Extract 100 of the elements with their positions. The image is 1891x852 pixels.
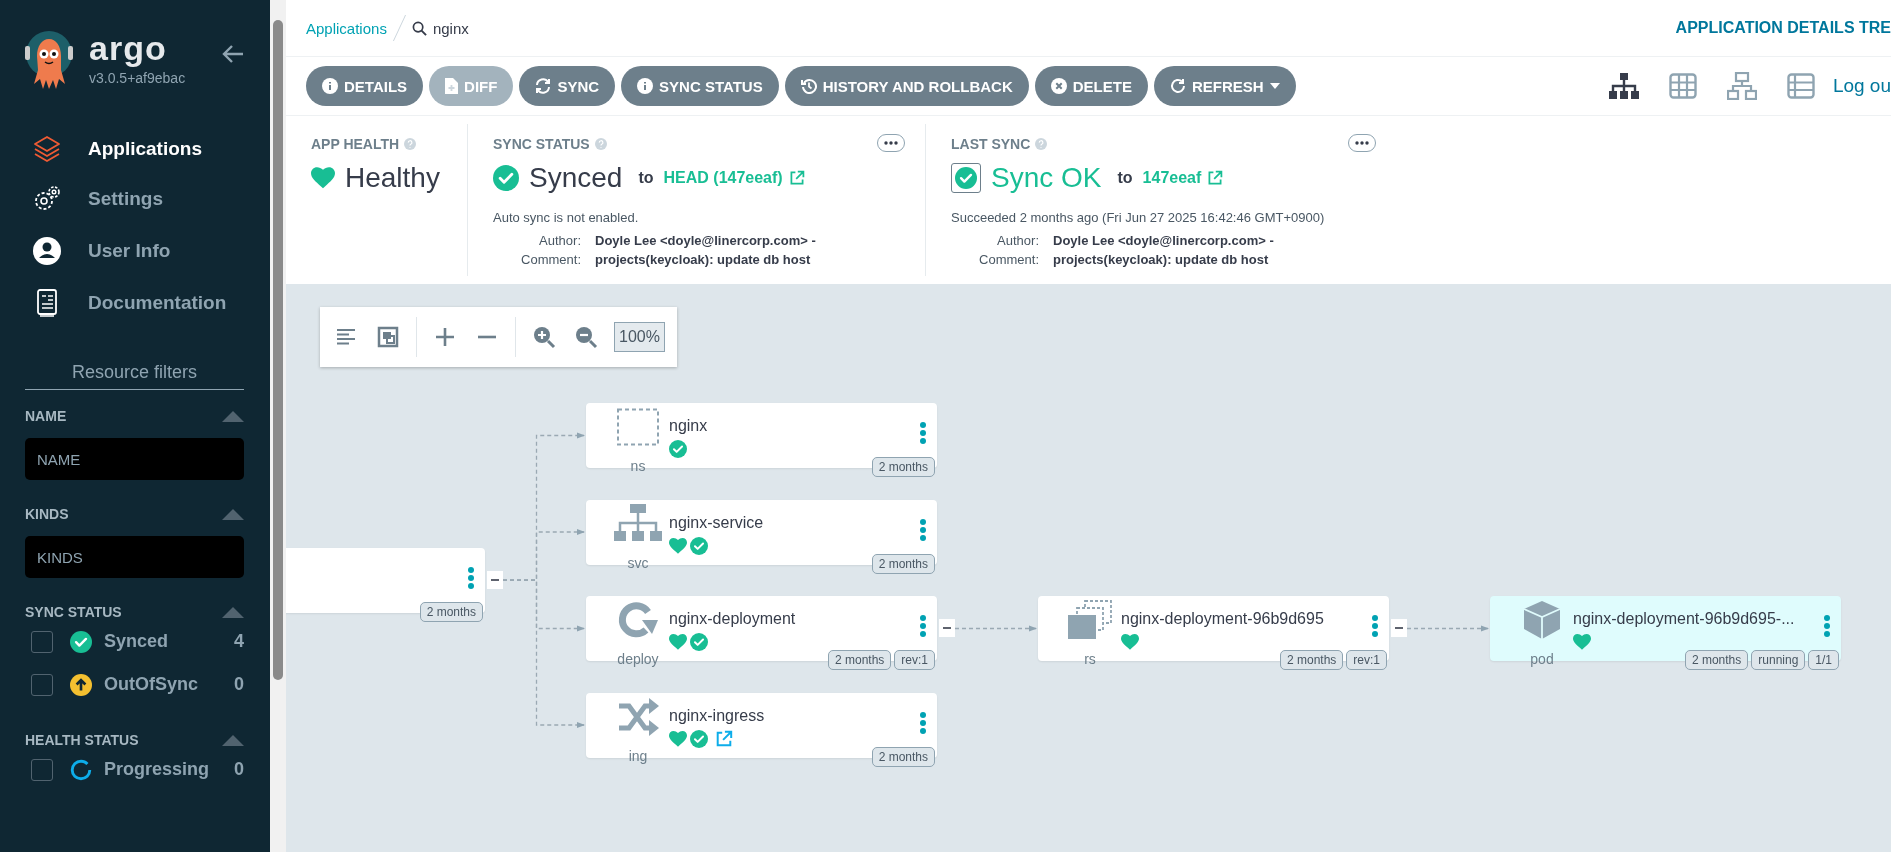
kind-label: ing (628, 747, 648, 764)
external-link-icon[interactable] (1207, 170, 1224, 186)
kind-label: deploy (617, 651, 659, 667)
filter-input-field[interactable]: KINDS (25, 536, 244, 578)
sync-status-value: Synced (529, 162, 623, 194)
dashed-square-icon (616, 408, 660, 446)
filters-heading: Resource filters (25, 362, 244, 390)
zoom-level: 100% (614, 322, 665, 352)
more-vertical-icon[interactable] (919, 614, 927, 638)
zoom-out-icon[interactable] (574, 325, 598, 349)
page-title: APPLICATION DETAILS TRE (1675, 19, 1891, 37)
info-tag: 1/1 (1808, 650, 1839, 670)
action-button[interactable]: HISTORY AND ROLLBACK (784, 66, 1029, 106)
more-vertical-icon[interactable] (1823, 614, 1831, 638)
section-title: LAST SYNC (951, 136, 1031, 152)
zoom-in-icon[interactable] (532, 325, 556, 349)
kind-label: svc (627, 554, 649, 571)
filter-title: KINDS (25, 506, 69, 522)
author-value: Doyle Lee <doyle@linercorp.com> - (1053, 233, 1275, 248)
history-icon (800, 78, 817, 94)
to-label: to (1117, 169, 1133, 187)
section-title: APP HEALTH (311, 136, 400, 152)
section-title: SYNC STATUS (493, 136, 590, 152)
nav-item[interactable]: Documentation (25, 278, 244, 328)
circular-arrow-icon (616, 600, 660, 640)
info-tag: 2 months (827, 650, 892, 670)
logout-link[interactable]: Log ou (1832, 75, 1891, 97)
more-options-button[interactable] (877, 134, 905, 152)
collapse-caret-icon[interactable] (222, 508, 244, 520)
field-label: Comment: (520, 252, 581, 267)
nav-item[interactable]: Settings (25, 174, 244, 224)
sync-status-value: Sync OK (991, 162, 1102, 194)
hierarchy-icon (614, 503, 662, 544)
collapse-caret-icon[interactable] (222, 734, 244, 746)
nav-item[interactable]: User Info (25, 224, 244, 278)
synced-check-icon (70, 630, 92, 653)
heart-icon (311, 166, 335, 190)
revision-link[interactable]: 147eeaf (1142, 169, 1224, 187)
info-tag: 2 months (871, 457, 935, 477)
action-button[interactable]: DELETE (1034, 66, 1148, 106)
info-tag: rev:1 (1346, 650, 1387, 670)
field-label: Comment: (978, 252, 1039, 267)
version-label: v3.0.5+af9ebac (89, 70, 186, 86)
user-avatar-icon (32, 236, 62, 266)
stacked-squares-icon (1067, 600, 1113, 640)
kind-label: ns (630, 458, 646, 474)
checkbox[interactable] (31, 758, 53, 781)
checkbox[interactable] (31, 630, 53, 653)
nav-item[interactable]: Applications (25, 124, 244, 174)
filter-count: 0 (234, 759, 244, 780)
plus-icon[interactable] (433, 325, 457, 349)
filter-count: 0 (234, 674, 244, 695)
action-button[interactable]: REFRESH (1153, 66, 1296, 106)
ellipsis-icon (1355, 141, 1369, 145)
more-vertical-icon[interactable] (467, 565, 475, 590)
external-link-icon[interactable] (788, 170, 805, 186)
more-options-button[interactable] (1348, 134, 1376, 152)
action-button[interactable]: DETAILS (306, 66, 424, 106)
resource-name: nginx-deployment-96b9d695 (1121, 610, 1324, 628)
action-button[interactable]: SYNC STATUS (621, 66, 779, 106)
scrollbar-thumb[interactable] (273, 20, 283, 680)
ellipsis-icon (884, 141, 898, 145)
filter-option-label: Progressing (104, 759, 211, 780)
file-plus-icon (445, 78, 459, 94)
sync-note: Succeeded 2 months ago (Fri Jun 27 2025 16:42:46 GMT+0900) (951, 210, 1326, 225)
filter-count: 4 (234, 631, 244, 652)
external-link-icon[interactable] (715, 729, 733, 748)
filter-input-field[interactable]: NAME (25, 438, 244, 480)
progress-ring-icon (70, 758, 92, 781)
collapse-caret-icon[interactable] (222, 606, 244, 618)
grid-view-icon[interactable] (1668, 73, 1697, 99)
list-view-icon[interactable] (1786, 73, 1815, 99)
tree-view-icon[interactable] (1608, 73, 1639, 99)
revision-link[interactable]: HEAD (147eeaf) (663, 169, 805, 187)
more-vertical-icon[interactable] (1371, 614, 1379, 638)
checkbox[interactable] (31, 673, 53, 696)
to-label: to (638, 169, 654, 187)
cube-icon (1522, 600, 1562, 640)
breadcrumb-link[interactable]: Applications (306, 19, 387, 37)
author-value: Doyle Lee <doyle@linercorp.com> - (595, 233, 817, 248)
shuffle-arrows-icon (617, 697, 659, 736)
more-vertical-icon[interactable] (919, 517, 927, 542)
more-vertical-icon[interactable] (919, 421, 927, 445)
info-tag: rev:1 (894, 650, 935, 670)
search-icon (411, 20, 427, 36)
network-view-icon[interactable] (1726, 72, 1757, 100)
action-button[interactable]: SYNC (519, 66, 616, 106)
filter-option-label: OutOfSync (104, 674, 199, 695)
field-label: Author: (538, 233, 581, 248)
comment-value: projects(keycloak): update db host (595, 252, 812, 267)
filter-title: HEALTH STATUS (25, 732, 139, 748)
fit-screen-icon[interactable] (376, 325, 400, 349)
collapse-caret-icon[interactable] (222, 410, 244, 422)
resource-name: nginx (669, 417, 708, 435)
filter-title: NAME (25, 408, 67, 424)
resource-name: nginx-deployment (669, 610, 796, 628)
more-vertical-icon[interactable] (919, 710, 927, 735)
back-arrow-icon[interactable] (222, 44, 244, 64)
info-tag: 2 months (1279, 650, 1344, 670)
sync-arrows-icon (535, 78, 552, 94)
